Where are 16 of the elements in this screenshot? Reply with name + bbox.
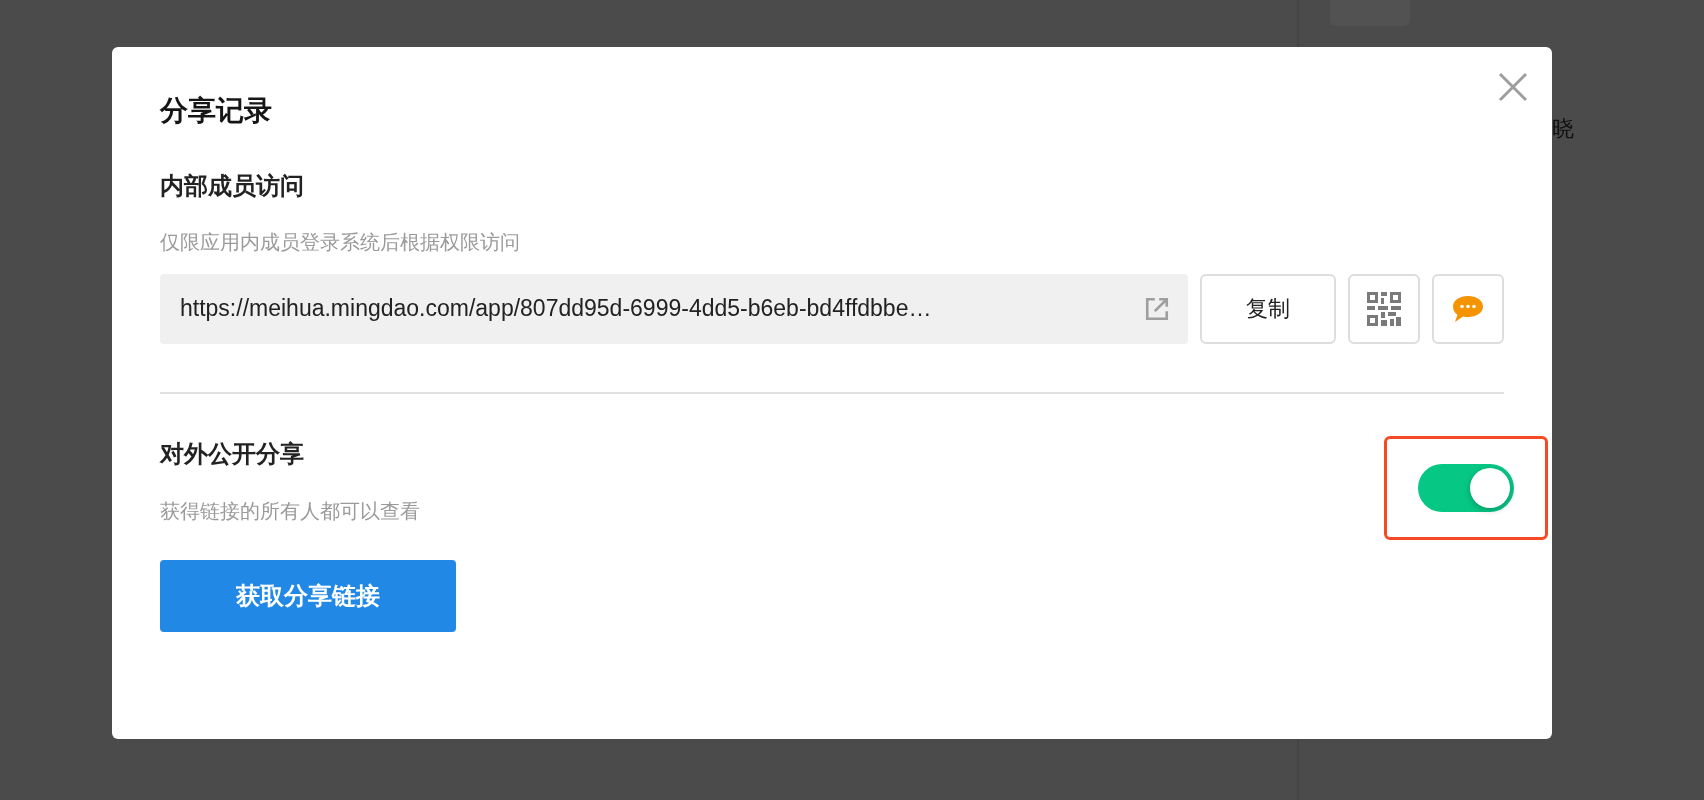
- qr-code-icon: [1367, 291, 1401, 326]
- background-text: 晓: [1552, 115, 1574, 143]
- qr-code-button[interactable]: [1348, 273, 1420, 344]
- close-icon[interactable]: [1498, 72, 1528, 102]
- section-description: 仅限应用内成员登录系统后根据权限访问: [160, 228, 521, 256]
- external-link-icon[interactable]: [1144, 295, 1170, 322]
- copy-button[interactable]: 复制: [1200, 273, 1336, 344]
- url-field[interactable]: https://meihua.mingdao.com/app/807dd95d-6999-4dd5-b6eb-bd4ffdbbe…: [160, 273, 1188, 344]
- get-share-link-button[interactable]: 获取分享链接: [160, 559, 456, 632]
- dialog-title: 分享记录: [160, 93, 273, 129]
- message-button[interactable]: [1432, 273, 1504, 344]
- chat-bubble-icon: [1452, 294, 1484, 323]
- share-toggle[interactable]: [1418, 463, 1514, 512]
- section-title: 内部成员访问: [160, 171, 305, 203]
- section-description: 获得链接的所有人都可以查看: [160, 498, 420, 526]
- section-title: 对外公开分享: [160, 438, 305, 470]
